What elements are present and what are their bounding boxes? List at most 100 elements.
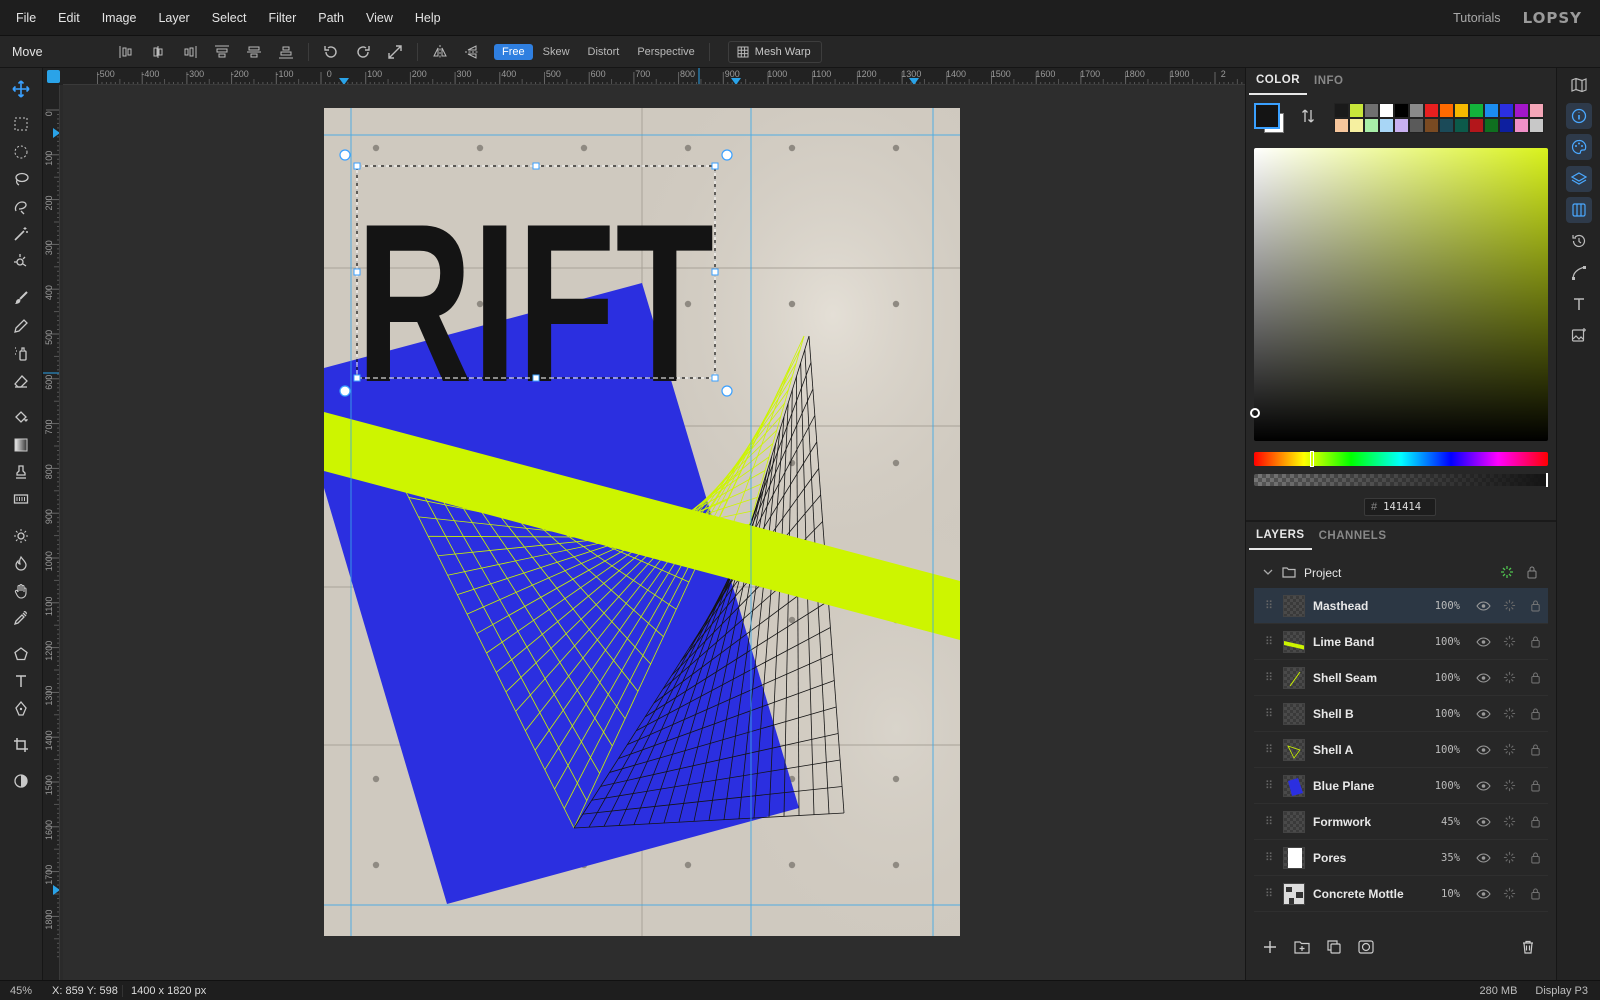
layer-name[interactable]: Pores [1313,851,1426,865]
drag-handle-icon[interactable]: ⠿ [1259,599,1279,612]
image-add-icon[interactable] [1566,322,1592,348]
transform-handle[interactable] [711,374,719,382]
add-layer-icon[interactable] [1254,940,1286,954]
magic-wand-icon[interactable] [7,221,35,247]
align-right-icon[interactable] [174,40,206,64]
expand-icon[interactable] [379,40,411,64]
tab-layers[interactable]: LAYERS [1249,522,1312,550]
drag-handle-icon[interactable]: ⠿ [1259,635,1279,648]
lock-icon[interactable] [1526,565,1538,582]
layer-name[interactable]: Shell Seam [1313,671,1426,685]
tab-channels[interactable]: CHANNELS [1312,523,1394,549]
layer-row[interactable]: ⠿ Blue Plane 100% [1254,768,1548,804]
transform-handle[interactable] [353,268,361,276]
palette-swatch[interactable] [1469,103,1484,118]
type-icon[interactable] [1566,291,1592,317]
move-tool-icon[interactable] [7,76,35,102]
transform-handle[interactable] [353,162,361,170]
layer-opacity[interactable]: 100% [1426,780,1460,792]
brush-icon[interactable] [7,285,35,311]
palette-swatch[interactable] [1454,103,1469,118]
palette-swatch[interactable] [1424,103,1439,118]
drag-handle-icon[interactable]: ⠿ [1259,707,1279,720]
menu-filter[interactable]: Filter [257,0,307,36]
rotate-handle[interactable] [721,385,733,397]
eye-icon[interactable] [1470,816,1496,827]
layer-group-project[interactable]: Project [1254,558,1548,588]
layer-row[interactable]: ⠿ Pores 35% [1254,840,1548,876]
paint-bucket-icon[interactable] [7,404,35,430]
layer-name[interactable]: Shell A [1313,743,1426,757]
contrast-icon[interactable] [7,768,35,794]
layer-opacity[interactable]: 35% [1426,852,1460,864]
flip-vertical-icon[interactable] [456,40,488,64]
eye-icon[interactable] [1470,744,1496,755]
layer-row[interactable]: ⠿ Shell A 100% [1254,732,1548,768]
layer-opacity[interactable]: 100% [1426,744,1460,756]
alpha-slider[interactable] [1254,473,1548,487]
palette-swatch[interactable] [1349,118,1364,133]
palette-icon[interactable] [1566,134,1592,160]
eye-icon[interactable] [1470,888,1496,899]
lock-icon[interactable] [1522,707,1548,720]
eye-icon[interactable] [1470,600,1496,611]
chevron-down-icon[interactable] [1260,566,1276,580]
color-picker-knob[interactable] [1250,408,1260,418]
lock-icon[interactable] [1522,851,1548,864]
rotate-handle[interactable] [721,149,733,161]
zoom-level[interactable]: 45% [0,985,44,997]
palette-swatch[interactable] [1379,118,1394,133]
menu-image[interactable]: Image [91,0,148,36]
palette-swatch[interactable] [1529,118,1544,133]
layer-name[interactable]: Formwork [1313,815,1426,829]
drag-handle-icon[interactable]: ⠿ [1259,743,1279,756]
drag-handle-icon[interactable]: ⠿ [1259,779,1279,792]
palette-swatch[interactable] [1484,118,1499,133]
paths-icon[interactable] [1566,260,1592,286]
tutorials-link[interactable]: Tutorials [1453,11,1500,25]
eye-icon[interactable] [1470,636,1496,647]
horizontal-ruler[interactable]: -500 -400 -300 -200 -100 0 100 200 300 400 500 600 7… [63,68,1245,85]
spray-icon[interactable] [7,340,35,366]
eye-icon[interactable] [1470,672,1496,683]
lock-icon[interactable] [1522,779,1548,792]
hue-slider[interactable] [1254,451,1548,467]
fx-icon[interactable] [1496,635,1522,648]
eyedropper-icon[interactable] [7,605,35,631]
canvas-viewport[interactable]: RIFT [63,85,1245,980]
eye-icon[interactable] [1470,852,1496,863]
eraser-icon[interactable] [7,368,35,394]
dodge-icon[interactable] [7,523,35,549]
menu-view[interactable]: View [355,0,404,36]
stamp-icon[interactable] [7,459,35,485]
saturation-value-picker[interactable] [1250,148,1548,441]
palette-swatch[interactable] [1469,118,1484,133]
crop-icon[interactable] [7,732,35,758]
lock-icon[interactable] [1522,815,1548,828]
fx-icon[interactable] [1496,779,1522,792]
layer-name[interactable]: Concrete Mottle [1313,887,1426,901]
layer-opacity[interactable]: 10% [1426,888,1460,900]
palette-swatch[interactable] [1439,118,1454,133]
eye-icon[interactable] [1470,708,1496,719]
palette-swatch[interactable] [1364,103,1379,118]
lock-icon[interactable] [1522,671,1548,684]
layers-icon[interactable] [1566,166,1592,192]
lock-icon[interactable] [1522,635,1548,648]
menu-help[interactable]: Help [404,0,452,36]
duplicate-layer-icon[interactable] [1318,940,1350,954]
pencil-icon[interactable] [7,313,35,339]
new-group-icon[interactable] [1286,940,1318,954]
alpha-slider-knob[interactable] [1546,473,1548,487]
tab-color[interactable]: COLOR [1249,67,1308,95]
fx-icon[interactable] [1496,815,1522,828]
mode-perspective[interactable]: Perspective [629,44,702,60]
artboard[interactable]: RIFT [324,108,960,936]
rotate-ccw-icon[interactable] [315,40,347,64]
palette-swatch[interactable] [1439,103,1454,118]
gradient-icon[interactable] [7,432,35,458]
layer-opacity[interactable]: 45% [1426,816,1460,828]
hue-slider-knob[interactable] [1309,451,1314,467]
mode-free[interactable]: Free [494,43,533,60]
quick-select-icon[interactable] [7,248,35,274]
